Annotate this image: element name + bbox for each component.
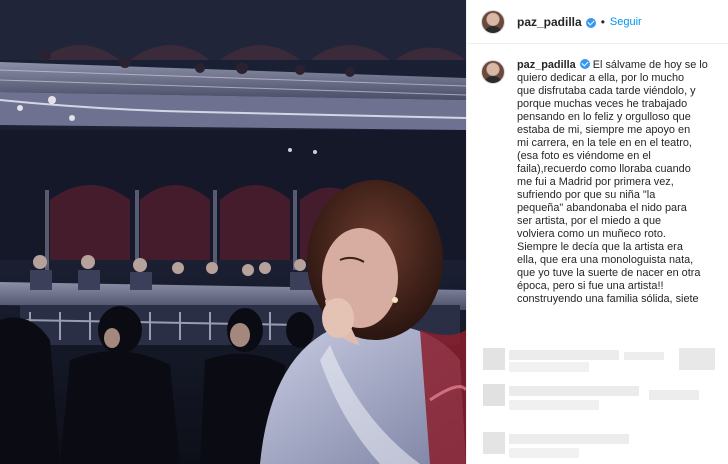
post-username[interactable]: paz_padilla	[517, 15, 582, 29]
follow-button[interactable]: Seguir	[610, 16, 642, 28]
redacted-comments-area	[479, 344, 728, 464]
caption-verified-badge-icon	[579, 59, 590, 69]
theater-audience-image	[0, 0, 466, 464]
post-sidebar: paz_padilla • Seguir paz_padilla El sálv…	[466, 0, 728, 464]
caption-body: El sálvame de hoy se lo quiero dedicar a…	[517, 59, 708, 305]
profile-avatar[interactable]	[481, 9, 505, 34]
header-separator: •	[600, 14, 605, 29]
caption-avatar[interactable]	[481, 60, 505, 84]
post-header: paz_padilla • Seguir	[467, 0, 728, 44]
post-photo[interactable]	[0, 0, 466, 464]
caption-comment: paz_padilla El sálvame de hoy se lo quie…	[467, 44, 728, 306]
verified-badge-icon	[585, 17, 596, 28]
caption-username[interactable]: paz_padilla	[517, 59, 576, 71]
caption-text-block: paz_padilla El sálvame de hoy se lo quie…	[517, 58, 716, 306]
